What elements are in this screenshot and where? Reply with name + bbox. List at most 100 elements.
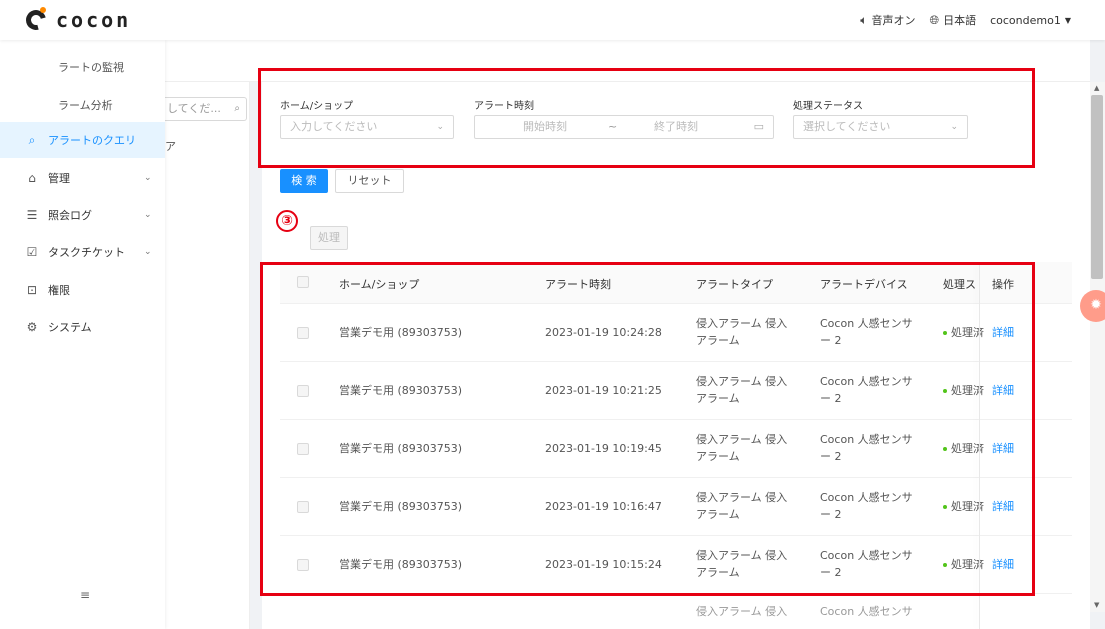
column-header-device[interactable]: アラートデバイス (820, 276, 908, 292)
cell-time: 2023-01-19 10:21:25 (545, 384, 662, 397)
voice-toggle[interactable]: 🔈︎ 音声オン (860, 12, 915, 28)
row-checkbox[interactable] (297, 559, 309, 571)
time-range-picker[interactable]: 開始時刻 ~ 終了時刻 ▭ (474, 115, 774, 139)
detail-link[interactable]: 詳細 (992, 499, 1014, 515)
menu-collapse-icon[interactable]: ≡ (80, 588, 90, 602)
process-button[interactable]: 処理 (310, 226, 348, 250)
cell-device-line1: Cocon 人感センサ (820, 375, 913, 388)
language-switch[interactable]: 🌐︎ 日本語 (930, 12, 977, 28)
table-row: 営業デモ用 (89303753) 2023-01-19 10:24:28 侵入ア… (280, 304, 1072, 362)
alarm-light-icon[interactable]: ✹ (1080, 290, 1105, 322)
column-header-shop[interactable]: ホーム/ショップ (339, 276, 419, 292)
status-dot-icon (943, 331, 947, 335)
cell-device-line1: Cocon 人感センサ (820, 491, 913, 504)
row-checkbox[interactable] (297, 501, 309, 513)
tree-node[interactable]: ア (165, 138, 176, 154)
table-row: 営業デモ用 (89303753) 2023-01-19 10:19:45 侵入ア… (280, 420, 1072, 478)
cell-device-line2: ー 2 (820, 566, 842, 579)
cell-shop: 営業デモ用 (89303753) (339, 558, 463, 571)
chevron-down-icon: ⌄ (144, 210, 152, 220)
select-all-checkbox[interactable] (297, 276, 309, 288)
start-time-placeholder: 開始時刻 (523, 120, 567, 133)
tree-search-input[interactable]: してくだ... ⌕ (165, 97, 247, 121)
cell-device-line1: Cocon 人感センサ (820, 317, 913, 330)
cell-type-line1: 侵入アラーム 侵入 (696, 605, 788, 618)
scroll-down-icon[interactable]: ▼ (1094, 601, 1099, 609)
chevron-down-icon: ⌄ (436, 122, 444, 132)
shop-filter-label: ホーム/ショップ (280, 101, 354, 112)
column-header-status[interactable]: 処理ス (943, 276, 976, 292)
sidebar-item-alert-query[interactable]: ⌕ アラートのクエリ (0, 122, 165, 158)
cell-shop: 営業デモ用 (89303753) (339, 500, 463, 513)
detail-link[interactable]: 詳細 (992, 441, 1014, 457)
home-icon: ⌂ (28, 171, 36, 185)
fixed-column-divider (979, 262, 980, 629)
table-row-partial: 侵入アラーム 侵入 Cocon 人感センサ (280, 594, 1072, 629)
cell-device-line1: Cocon 人感センサ (820, 605, 913, 618)
ticket-icon: ☑ (26, 245, 38, 259)
status-dot-icon (943, 505, 947, 509)
row-checkbox[interactable] (297, 327, 309, 339)
table-row: 営業デモ用 (89303753) 2023-01-19 10:15:24 侵入ア… (280, 536, 1072, 594)
cell-type-line1: 侵入アラーム 侵入 (696, 491, 788, 504)
gear-icon: ⚙ (26, 320, 38, 334)
detail-link[interactable]: 詳細 (992, 557, 1014, 573)
breadcrumb-bar (165, 40, 1090, 82)
logo-dot-icon (40, 7, 46, 13)
sidebar-subitem-monitor[interactable]: ラートの監視 (58, 59, 124, 75)
range-separator: ~ (608, 120, 618, 133)
detail-link[interactable]: 詳細 (992, 325, 1014, 341)
status-dot-icon (943, 389, 947, 393)
cell-type-line2: アラーム (696, 450, 740, 463)
sidebar: ラートの監視 ラーム分析 ⌕ アラートのクエリ ⌂ 管理 ⌄ ☰ 照会ログ ⌄ … (0, 40, 165, 629)
sidebar-item-query-log[interactable]: ☰ 照会ログ ⌄ (0, 197, 165, 233)
row-checkbox[interactable] (297, 385, 309, 397)
column-header-time[interactable]: アラート時刻 (545, 276, 611, 292)
scroll-up-icon[interactable]: ▲ (1094, 84, 1099, 92)
cell-status: 処理済 (943, 557, 984, 573)
cell-shop: 営業デモ用 (89303753) (339, 442, 463, 455)
reset-button[interactable]: リセット (335, 169, 404, 193)
column-header-type[interactable]: アラートタイプ (696, 276, 773, 292)
sidebar-item-label: 照会ログ (48, 209, 92, 222)
status-filter-label: 処理ステータス (793, 101, 863, 112)
shop-tree-panel: してくだ... ⌕ ア (165, 82, 250, 629)
sidebar-item-management[interactable]: ⌂ 管理 ⌄ (0, 160, 165, 196)
chevron-down-icon: ⌄ (144, 247, 152, 257)
sidebar-item-permission[interactable]: ⊡ 権限 (0, 272, 165, 308)
row-checkbox[interactable] (297, 443, 309, 455)
cell-device-line2: ー 2 (820, 508, 842, 521)
cell-status: 処理済 (943, 383, 984, 399)
cell-type-line1: 侵入アラーム 侵入 (696, 317, 788, 330)
table-row: 営業デモ用 (89303753) 2023-01-19 10:16:47 侵入ア… (280, 478, 1072, 536)
search-button[interactable]: 検 索 (280, 169, 328, 193)
cell-type-line2: アラーム (696, 508, 740, 521)
language-label: 日本語 (943, 14, 977, 27)
cell-shop: 営業デモ用 (89303753) (339, 384, 463, 397)
chevron-down-icon: ⌄ (144, 173, 152, 183)
sidebar-item-task-ticket[interactable]: ☑ タスクチケット ⌄ (0, 234, 165, 270)
annotation-badge-3: ③ (276, 210, 298, 232)
scrollbar-thumb[interactable] (1091, 95, 1103, 279)
sidebar-item-system[interactable]: ⚙ システム (0, 309, 165, 345)
search-icon: ⌕ (234, 103, 240, 114)
detail-link[interactable]: 詳細 (992, 383, 1014, 399)
sidebar-item-label: システム (48, 321, 92, 334)
user-name: cocondemo1 (990, 13, 1061, 27)
status-dot-icon (943, 447, 947, 451)
list-icon: ☰ (26, 208, 38, 222)
cell-time: 2023-01-19 10:19:45 (545, 442, 662, 455)
shop-filter-input[interactable]: 入力してください ⌄ (280, 115, 454, 139)
logo-text: cocon (56, 8, 132, 32)
user-menu[interactable]: cocondemo1 ▼ (990, 14, 1071, 27)
top-header: cocon 🔈︎ 音声オン 🌐︎ 日本語 cocondemo1 ▼ (0, 0, 1105, 40)
status-filter-select[interactable]: 選択してください ⌄ (793, 115, 968, 139)
sidebar-item-label: アラートのクエリ (48, 134, 136, 147)
cell-type-line1: 侵入アラーム 侵入 (696, 433, 788, 446)
cell-type-line1: 侵入アラーム 侵入 (696, 375, 788, 388)
voice-label: 音声オン (871, 14, 916, 27)
header-actions: 🔈︎ 音声オン 🌐︎ 日本語 cocondemo1 ▼ (860, 12, 1071, 28)
status-dot-icon (943, 563, 947, 567)
cell-time: 2023-01-19 10:24:28 (545, 326, 662, 339)
sidebar-subitem-analysis[interactable]: ラーム分析 (58, 97, 113, 113)
